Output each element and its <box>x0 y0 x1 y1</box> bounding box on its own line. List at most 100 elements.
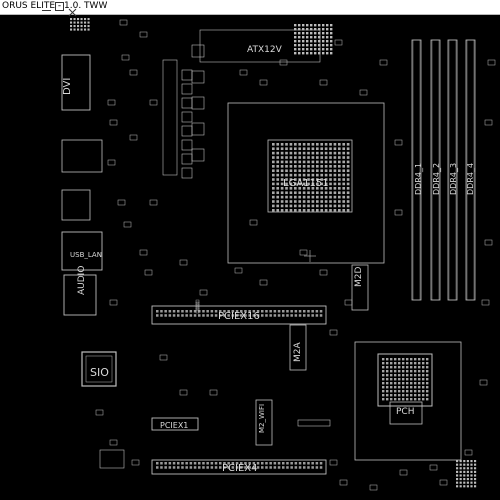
pad <box>470 463 473 466</box>
pad <box>87 25 90 28</box>
boardview-canvas[interactable]: DVI SIO AUDIO USB_LAN LGA1151 PCIEX16 PC… <box>0 15 500 500</box>
pad <box>276 143 280 146</box>
pad <box>426 398 429 401</box>
pad <box>265 310 268 313</box>
pad <box>324 173 328 177</box>
pad <box>70 21 73 24</box>
pad <box>276 187 280 190</box>
pad <box>280 165 284 168</box>
pad <box>322 48 325 51</box>
pad <box>311 195 315 199</box>
pad <box>324 160 328 164</box>
close-icon[interactable] <box>68 2 77 17</box>
pad <box>402 378 405 381</box>
pad <box>298 40 301 43</box>
m2d-label: M2D <box>354 267 364 287</box>
pad <box>276 195 280 199</box>
pad <box>326 32 329 35</box>
pad <box>189 310 193 313</box>
pad <box>456 467 459 470</box>
pad <box>390 398 393 401</box>
pad <box>333 173 337 177</box>
pad <box>298 36 301 39</box>
pad <box>276 191 280 195</box>
pad <box>285 200 288 203</box>
pad <box>346 151 350 155</box>
pad <box>329 187 332 190</box>
pad <box>70 28 73 31</box>
pad <box>333 169 337 173</box>
pad <box>459 478 462 481</box>
minimize-icon[interactable] <box>42 2 51 11</box>
pad <box>311 191 315 195</box>
pad <box>298 44 301 47</box>
pad <box>418 370 421 373</box>
pad <box>316 156 319 159</box>
pad <box>307 314 310 317</box>
smd-part <box>319 79 328 86</box>
pad <box>326 28 329 31</box>
pad <box>280 204 284 208</box>
pad <box>294 160 297 164</box>
pad <box>272 143 275 146</box>
pad <box>346 204 350 208</box>
pad <box>342 200 346 203</box>
pad <box>406 362 409 365</box>
pad <box>80 21 83 24</box>
pad <box>342 165 346 168</box>
smd-part <box>199 289 208 296</box>
pad <box>214 466 218 469</box>
pad <box>277 310 281 313</box>
pad <box>206 466 209 469</box>
smd-part <box>159 354 168 361</box>
pad <box>289 173 293 177</box>
smd-part <box>394 139 403 146</box>
pad <box>333 178 337 181</box>
pad <box>386 378 389 381</box>
pad <box>198 466 201 469</box>
pad <box>382 374 385 377</box>
pad <box>285 204 288 208</box>
pad <box>470 474 473 477</box>
pad <box>346 169 350 173</box>
pad <box>307 204 310 208</box>
pad <box>298 24 301 27</box>
pad <box>316 151 319 155</box>
pad <box>290 310 293 313</box>
pad <box>466 485 469 488</box>
pad <box>302 169 306 173</box>
pad <box>333 187 337 190</box>
pad <box>342 178 346 181</box>
pad <box>177 466 180 469</box>
pad <box>302 209 306 212</box>
pad <box>470 481 473 484</box>
mosfet <box>191 122 205 136</box>
pad <box>474 463 477 466</box>
pad <box>193 466 197 469</box>
pad <box>418 362 421 365</box>
pad <box>414 394 417 397</box>
pad <box>272 195 275 199</box>
pad <box>265 462 268 465</box>
restore-icon[interactable] <box>55 2 64 11</box>
smd-part <box>121 54 130 61</box>
pad <box>280 151 284 155</box>
pch-label: PCH <box>396 407 414 417</box>
pad <box>177 310 180 313</box>
pad <box>77 25 80 28</box>
pad <box>330 32 333 35</box>
smd-part <box>144 269 153 276</box>
pad <box>320 147 324 151</box>
pad <box>289 195 293 199</box>
pad <box>310 32 313 35</box>
pad <box>402 398 405 401</box>
pad <box>320 200 324 203</box>
pad <box>338 182 341 186</box>
pad <box>306 24 309 27</box>
pad <box>315 462 319 465</box>
pad <box>272 151 275 155</box>
pad <box>329 200 332 203</box>
pad <box>322 44 325 47</box>
pad <box>463 460 466 463</box>
pad <box>346 165 350 168</box>
